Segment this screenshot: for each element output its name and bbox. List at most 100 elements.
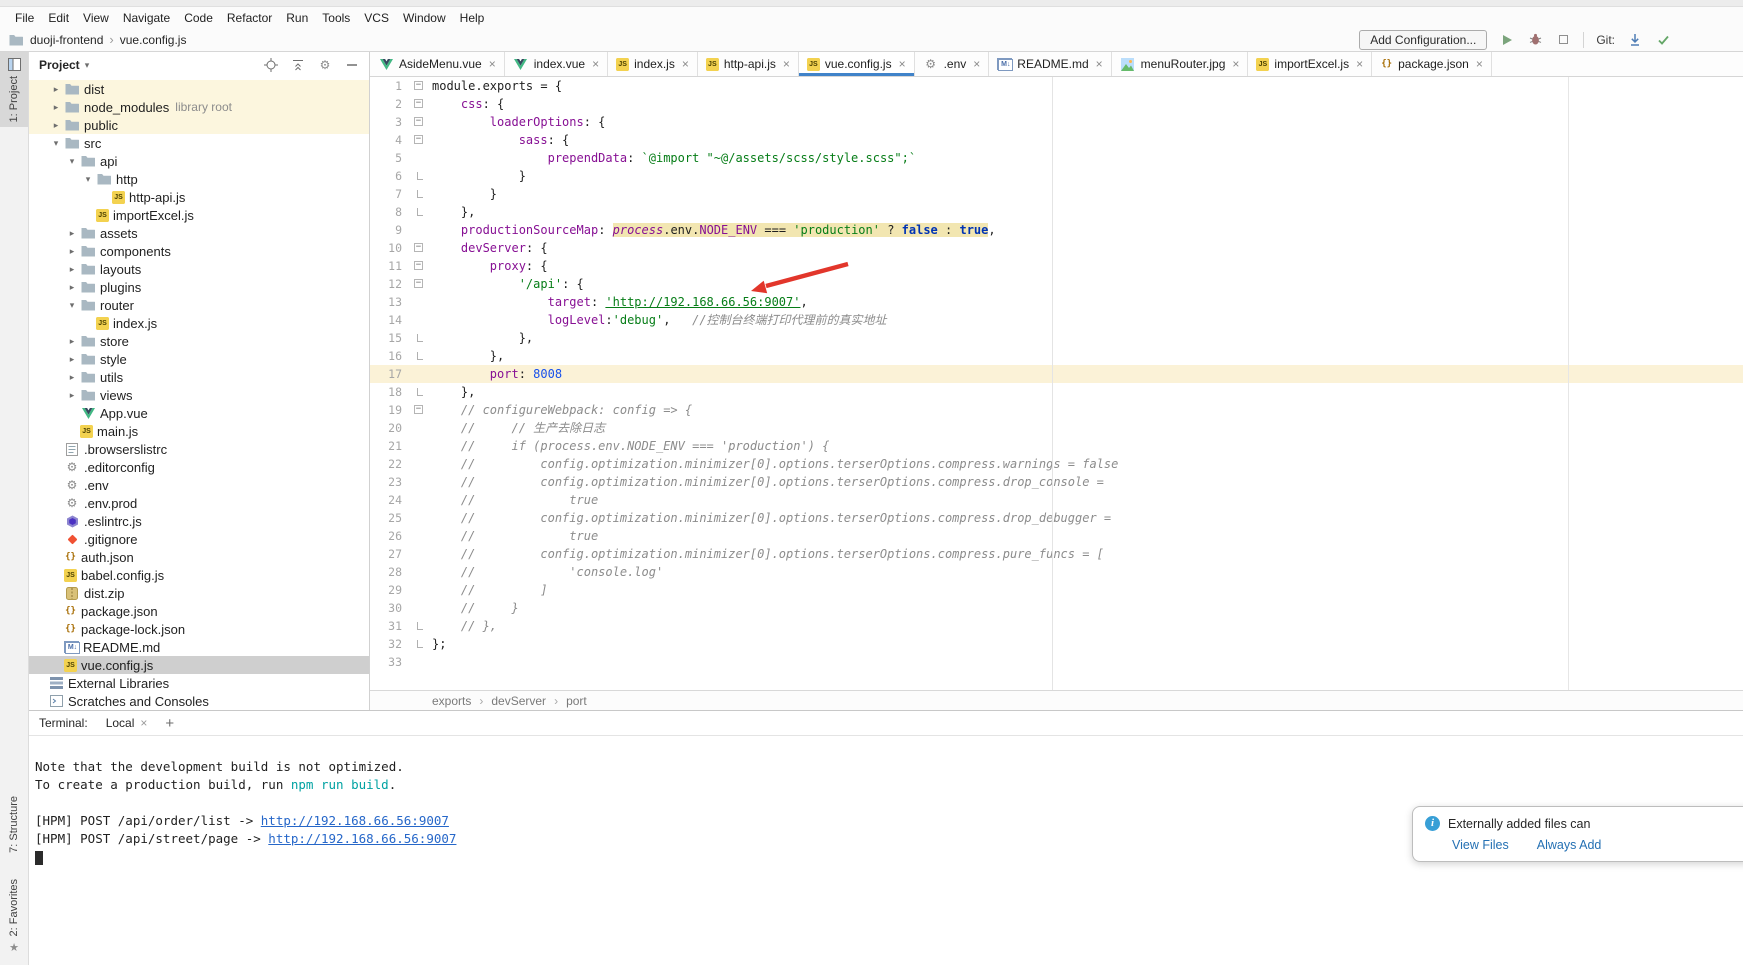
code-line-17[interactable]: 17 port: 8008	[370, 365, 1743, 383]
chevron-right-icon[interactable]: ▸	[64, 246, 80, 257]
code-line-26[interactable]: 26 // true	[370, 527, 1743, 545]
editor-tab-vue-config-js[interactable]: JSvue.config.js×	[799, 52, 915, 76]
tree-item-utils[interactable]: ▸utils	[29, 368, 369, 386]
fold-collapse-icon[interactable]: −	[414, 117, 423, 126]
close-icon[interactable]: ×	[1096, 57, 1103, 71]
code-line-1[interactable]: 1−module.exports = {	[370, 77, 1743, 95]
menu-window[interactable]: Window	[396, 9, 453, 27]
close-icon[interactable]: ×	[682, 57, 689, 71]
code-line-16[interactable]: 16 },	[370, 347, 1743, 365]
code-line-3[interactable]: 3− loaderOptions: {	[370, 113, 1743, 131]
tree-item-app-vue[interactable]: App.vue	[29, 404, 369, 422]
tree-item-router[interactable]: ▾router	[29, 296, 369, 314]
tree-item-vue-config-js[interactable]: JSvue.config.js	[29, 656, 369, 674]
fold-end-icon[interactable]	[417, 334, 423, 342]
code-line-18[interactable]: 18 },	[370, 383, 1743, 401]
code-line-6[interactable]: 6 }	[370, 167, 1743, 185]
menu-refactor[interactable]: Refactor	[220, 9, 279, 27]
code-line-30[interactable]: 30 // }	[370, 599, 1743, 617]
menu-help[interactable]: Help	[453, 9, 492, 27]
editor-tab-asidemenu-vue[interactable]: AsideMenu.vue×	[370, 52, 505, 76]
chevron-right-icon[interactable]: ▸	[48, 102, 64, 113]
code-line-9[interactable]: 9 productionSourceMap: process.env.NODE_…	[370, 221, 1743, 239]
collapse-all-icon[interactable]	[291, 58, 305, 72]
tree-item-editorconfig[interactable]: ⚙.editorconfig	[29, 458, 369, 476]
fold-end-icon[interactable]	[417, 622, 423, 630]
chevron-right-icon[interactable]: ▸	[64, 390, 80, 401]
tool-window-project-button[interactable]: 1: Project	[0, 52, 28, 127]
close-icon[interactable]: ×	[1232, 57, 1239, 71]
close-icon[interactable]: ×	[592, 57, 599, 71]
fold-end-icon[interactable]	[417, 352, 423, 360]
breadcrumb-file[interactable]: vue.config.js	[120, 33, 187, 47]
chevron-down-icon[interactable]: ▾	[48, 138, 64, 149]
menu-code[interactable]: Code	[177, 9, 220, 27]
code-line-22[interactable]: 22 // config.optimization.minimizer[0].o…	[370, 455, 1743, 473]
tree-item-api[interactable]: ▾api	[29, 152, 369, 170]
close-icon[interactable]: ×	[899, 57, 906, 71]
chevron-right-icon[interactable]: ▸	[64, 282, 80, 293]
editor-tab-readme-md[interactable]: M↓README.md×	[989, 52, 1111, 76]
code-line-10[interactable]: 10− devServer: {	[370, 239, 1743, 257]
gear-icon[interactable]: ⚙	[318, 58, 332, 72]
code-line-11[interactable]: 11− proxy: {	[370, 257, 1743, 275]
tree-item-scratches-and-consoles[interactable]: Scratches and Consoles	[29, 692, 369, 710]
tree-item-src[interactable]: ▾src	[29, 134, 369, 152]
tree-item-importexcel-js[interactable]: JSimportExcel.js	[29, 206, 369, 224]
new-terminal-icon[interactable]: +	[165, 715, 174, 732]
tree-item-main-js[interactable]: JSmain.js	[29, 422, 369, 440]
tree-item-eslintrc-js[interactable]: .eslintrc.js	[29, 512, 369, 530]
locate-file-icon[interactable]	[264, 58, 278, 72]
tool-window-structure-button[interactable]: 7: Structure	[8, 791, 20, 858]
code-line-28[interactable]: 28 // 'console.log'	[370, 563, 1743, 581]
code-line-7[interactable]: 7 }	[370, 185, 1743, 203]
code-line-4[interactable]: 4− sass: {	[370, 131, 1743, 149]
close-icon[interactable]: ×	[783, 57, 790, 71]
fold-collapse-icon[interactable]: −	[414, 99, 423, 108]
tree-item-external-libraries[interactable]: External Libraries	[29, 674, 369, 692]
code-line-5[interactable]: 5 prependData: `@import "~@/assets/scss/…	[370, 149, 1743, 167]
chevron-right-icon[interactable]: ▸	[64, 228, 80, 239]
tree-item-package-lock-json[interactable]: {}package-lock.json	[29, 620, 369, 638]
chevron-down-icon[interactable]: ▾	[85, 60, 90, 71]
fold-collapse-icon[interactable]: −	[414, 243, 423, 252]
code-line-24[interactable]: 24 // true	[370, 491, 1743, 509]
fold-collapse-icon[interactable]: −	[414, 81, 423, 90]
close-icon[interactable]: ×	[1356, 57, 1363, 71]
menu-edit[interactable]: Edit	[41, 9, 76, 27]
tree-item-dist-zip[interactable]: dist.zip	[29, 584, 369, 602]
editor-tab-http-api-js[interactable]: JShttp-api.js×	[698, 52, 799, 76]
code-line-8[interactable]: 8 },	[370, 203, 1743, 221]
menu-view[interactable]: View	[76, 9, 116, 27]
editor-tab-importexcel-js[interactable]: JSimportExcel.js×	[1248, 52, 1372, 76]
code-breadcrumb-exports[interactable]: exports	[432, 694, 471, 708]
fold-end-icon[interactable]	[417, 190, 423, 198]
fold-end-icon[interactable]	[417, 172, 423, 180]
tree-item-dist[interactable]: ▸dist	[29, 80, 369, 98]
editor-scrollbar-track[interactable]	[1568, 77, 1569, 690]
code-breadcrumb-port[interactable]: port	[566, 694, 587, 708]
code-breadcrumb-devserver[interactable]: devServer	[491, 694, 546, 708]
code-line-12[interactable]: 12− '/api': {	[370, 275, 1743, 293]
editor-tab-index-vue[interactable]: index.vue×	[505, 52, 608, 76]
code-line-20[interactable]: 20 // // 生产去除日志	[370, 419, 1743, 437]
chevron-right-icon[interactable]: ▸	[48, 84, 64, 95]
git-commit-icon[interactable]	[1655, 32, 1671, 48]
terminal-tab-local[interactable]: Local ×	[102, 714, 152, 732]
code-line-15[interactable]: 15 },	[370, 329, 1743, 347]
breadcrumb-project[interactable]: duoji-frontend	[30, 33, 103, 47]
chevron-right-icon[interactable]: ▸	[64, 336, 80, 347]
code-line-2[interactable]: 2− css: {	[370, 95, 1743, 113]
notification-popup[interactable]: i Externally added files can View FilesA…	[1412, 806, 1743, 862]
close-icon[interactable]: ×	[489, 57, 496, 71]
code-line-13[interactable]: 13 target: 'http://192.168.66.56:9007',	[370, 293, 1743, 311]
tree-item-store[interactable]: ▸store	[29, 332, 369, 350]
code-line-27[interactable]: 27 // config.optimization.minimizer[0].o…	[370, 545, 1743, 563]
menu-vcs[interactable]: VCS	[357, 9, 396, 27]
menu-navigate[interactable]: Navigate	[116, 9, 177, 27]
add-configuration-button[interactable]: Add Configuration...	[1359, 30, 1487, 50]
tree-item-http-api-js[interactable]: JShttp-api.js	[29, 188, 369, 206]
menu-tools[interactable]: Tools	[315, 9, 357, 27]
code-line-32[interactable]: 32};	[370, 635, 1743, 653]
fold-end-icon[interactable]	[417, 388, 423, 396]
